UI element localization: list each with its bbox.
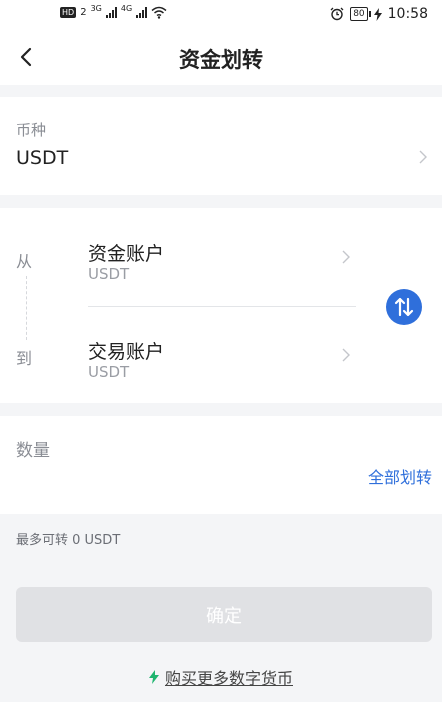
- lightning-icon: [148, 670, 159, 684]
- hd-badge: HD: [60, 7, 77, 18]
- buy-more-link[interactable]: 购买更多数字货币: [0, 665, 442, 689]
- from-to-connector: [26, 276, 27, 340]
- battery-indicator: 80: [350, 7, 372, 21]
- charging-icon: [373, 7, 382, 21]
- page-title: 资金划转: [179, 48, 263, 72]
- status-bar: HD 2 3G 4G 80 10:58: [0, 0, 442, 30]
- alarm-icon: [330, 7, 344, 21]
- coin-selector[interactable]: 币种 USDT: [0, 97, 442, 195]
- swap-icon: [394, 297, 414, 317]
- nav-bar: 资金划转: [0, 30, 442, 85]
- chevron-right-icon: [342, 348, 350, 362]
- chevron-right-icon: [419, 150, 427, 164]
- confirm-button[interactable]: 确定: [16, 587, 432, 642]
- amount-section: 数量 全部划转: [0, 416, 442, 514]
- wifi-icon: [151, 6, 167, 19]
- sim-slot: 2: [80, 7, 87, 18]
- coin-value: USDT: [16, 147, 69, 169]
- network-type-1: 3G: [90, 4, 102, 13]
- transfer-accounts: 从 到 资金账户 USDT 交易账户 USDT: [0, 208, 442, 403]
- amount-label: 数量: [16, 441, 50, 461]
- signal-icon: [105, 7, 117, 18]
- clock: 10:58: [387, 6, 428, 22]
- from-account-name: 资金账户: [88, 243, 165, 265]
- transfer-all-button[interactable]: 全部划转: [368, 464, 432, 488]
- to-account-name: 交易账户: [88, 341, 165, 363]
- signal-icon-2: [136, 7, 148, 18]
- swap-accounts-button[interactable]: [386, 289, 422, 325]
- to-label: 到: [16, 349, 33, 368]
- account-divider: [88, 306, 356, 307]
- amount-input[interactable]: [16, 464, 336, 494]
- from-account-currency: USDT: [88, 265, 130, 283]
- buy-more-label: 购买更多数字货币: [164, 669, 293, 688]
- coin-label: 币种: [16, 121, 47, 139]
- network-type-2: 4G: [120, 4, 133, 13]
- status-left: HD 2 3G 4G: [60, 4, 167, 19]
- from-label: 从: [16, 252, 33, 271]
- chevron-right-icon: [342, 250, 350, 264]
- max-transferable-text: 最多可转 0 USDT: [16, 533, 121, 548]
- status-right: 80 10:58: [330, 6, 428, 22]
- to-account-currency: USDT: [88, 363, 130, 381]
